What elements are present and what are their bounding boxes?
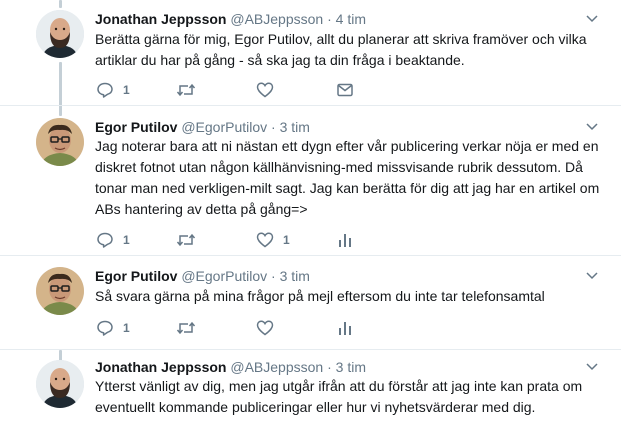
tweet-timestamp[interactable]: 3 tim: [280, 268, 310, 284]
reply-icon: [97, 232, 113, 248]
avatar-bald-bearded-man-image: [36, 10, 84, 58]
like-button[interactable]: [256, 80, 274, 100]
tweet[interactable]: Jonathan Jeppsson @ABJeppsson · 4 tim Be…: [0, 0, 621, 105]
tweet-text: Jag noterar bara att ni nästan ett dygn …: [95, 138, 600, 217]
author-name[interactable]: Egor Putilov: [95, 119, 177, 135]
avatar-bald-bearded-man-image: [36, 360, 84, 408]
tweet[interactable]: Jonathan Jeppsson @ABJeppsson · 3 tim Yt…: [0, 350, 621, 426]
retweet-icon: [176, 83, 196, 97]
reply-count: 1: [123, 321, 130, 335]
avatar[interactable]: [36, 360, 84, 408]
avatar-man-with-glasses-image: [36, 267, 84, 315]
tweet-text: Berätta gärna för mig, Egor Putilov, all…: [95, 31, 587, 68]
author-handle[interactable]: @EgorPutilov: [181, 268, 267, 284]
message-icon: [337, 83, 353, 97]
like-button[interactable]: 1: [256, 230, 290, 250]
avatar[interactable]: [36, 118, 84, 166]
analytics-button[interactable]: [336, 318, 354, 338]
chevron-down-icon[interactable]: [586, 123, 598, 131]
like-icon: [256, 232, 274, 248]
tweet-header: Jonathan Jeppsson @ABJeppsson · 4 tim: [95, 10, 366, 28]
tweet[interactable]: Egor Putilov @EgorPutilov · 3 tim Jag no…: [0, 106, 621, 255]
header-separator: ·: [271, 268, 276, 284]
retweet-button[interactable]: [176, 318, 196, 338]
tweet-actions: 1: [96, 318, 366, 338]
reply-count: 1: [123, 83, 130, 97]
tweet-actions: 1: [96, 80, 366, 100]
header-separator: ·: [271, 119, 276, 135]
tweet-timestamp[interactable]: 3 tim: [336, 359, 366, 375]
tweet-timestamp[interactable]: 4 tim: [336, 11, 366, 27]
tweet-text: Ytterst vänligt av dig, men jag utgår if…: [95, 378, 583, 415]
reply-icon: [97, 320, 113, 336]
avatar[interactable]: [36, 267, 84, 315]
reply-button[interactable]: 1: [96, 230, 130, 250]
author-name[interactable]: Jonathan Jeppsson: [95, 359, 226, 375]
avatar-man-with-glasses-image: [36, 118, 84, 166]
chevron-down-icon[interactable]: [586, 272, 598, 280]
tweet-header: Egor Putilov @EgorPutilov · 3 tim: [95, 267, 310, 285]
header-separator: ·: [327, 11, 332, 27]
analytics-button[interactable]: [336, 230, 354, 250]
retweet-icon: [176, 233, 196, 247]
analytics-icon: [339, 234, 351, 247]
retweet-button[interactable]: [176, 230, 196, 250]
reply-button[interactable]: 1: [96, 318, 130, 338]
reply-icon: [97, 82, 113, 98]
chevron-down-icon[interactable]: [586, 15, 598, 23]
retweet-button[interactable]: [176, 80, 196, 100]
tweet-header: Jonathan Jeppsson @ABJeppsson · 3 tim: [95, 358, 366, 376]
author-name[interactable]: Jonathan Jeppsson: [95, 11, 226, 27]
tweet[interactable]: Egor Putilov @EgorPutilov · 3 tim Så sva…: [0, 256, 621, 349]
reply-count: 1: [123, 233, 130, 247]
header-separator: ·: [327, 359, 332, 375]
author-handle[interactable]: @EgorPutilov: [181, 119, 267, 135]
tweet-timestamp[interactable]: 3 tim: [280, 119, 310, 135]
author-handle[interactable]: @ABJeppsson: [230, 359, 323, 375]
reply-button[interactable]: 1: [96, 80, 130, 100]
like-icon: [256, 320, 274, 336]
tweet-header: Egor Putilov @EgorPutilov · 3 tim: [95, 118, 310, 136]
chevron-down-icon[interactable]: [586, 363, 598, 371]
like-count: 1: [283, 233, 290, 247]
tweet-text: Så svara gärna på mina frågor på mejl ef…: [95, 288, 545, 304]
like-icon: [256, 82, 274, 98]
analytics-icon: [339, 322, 351, 335]
avatar[interactable]: [36, 10, 84, 58]
like-button[interactable]: [256, 318, 274, 338]
retweet-icon: [176, 321, 196, 335]
author-name[interactable]: Egor Putilov: [95, 268, 177, 284]
direct-message-button[interactable]: [336, 80, 354, 100]
author-handle[interactable]: @ABJeppsson: [230, 11, 323, 27]
tweet-actions: 1 1: [96, 230, 366, 250]
